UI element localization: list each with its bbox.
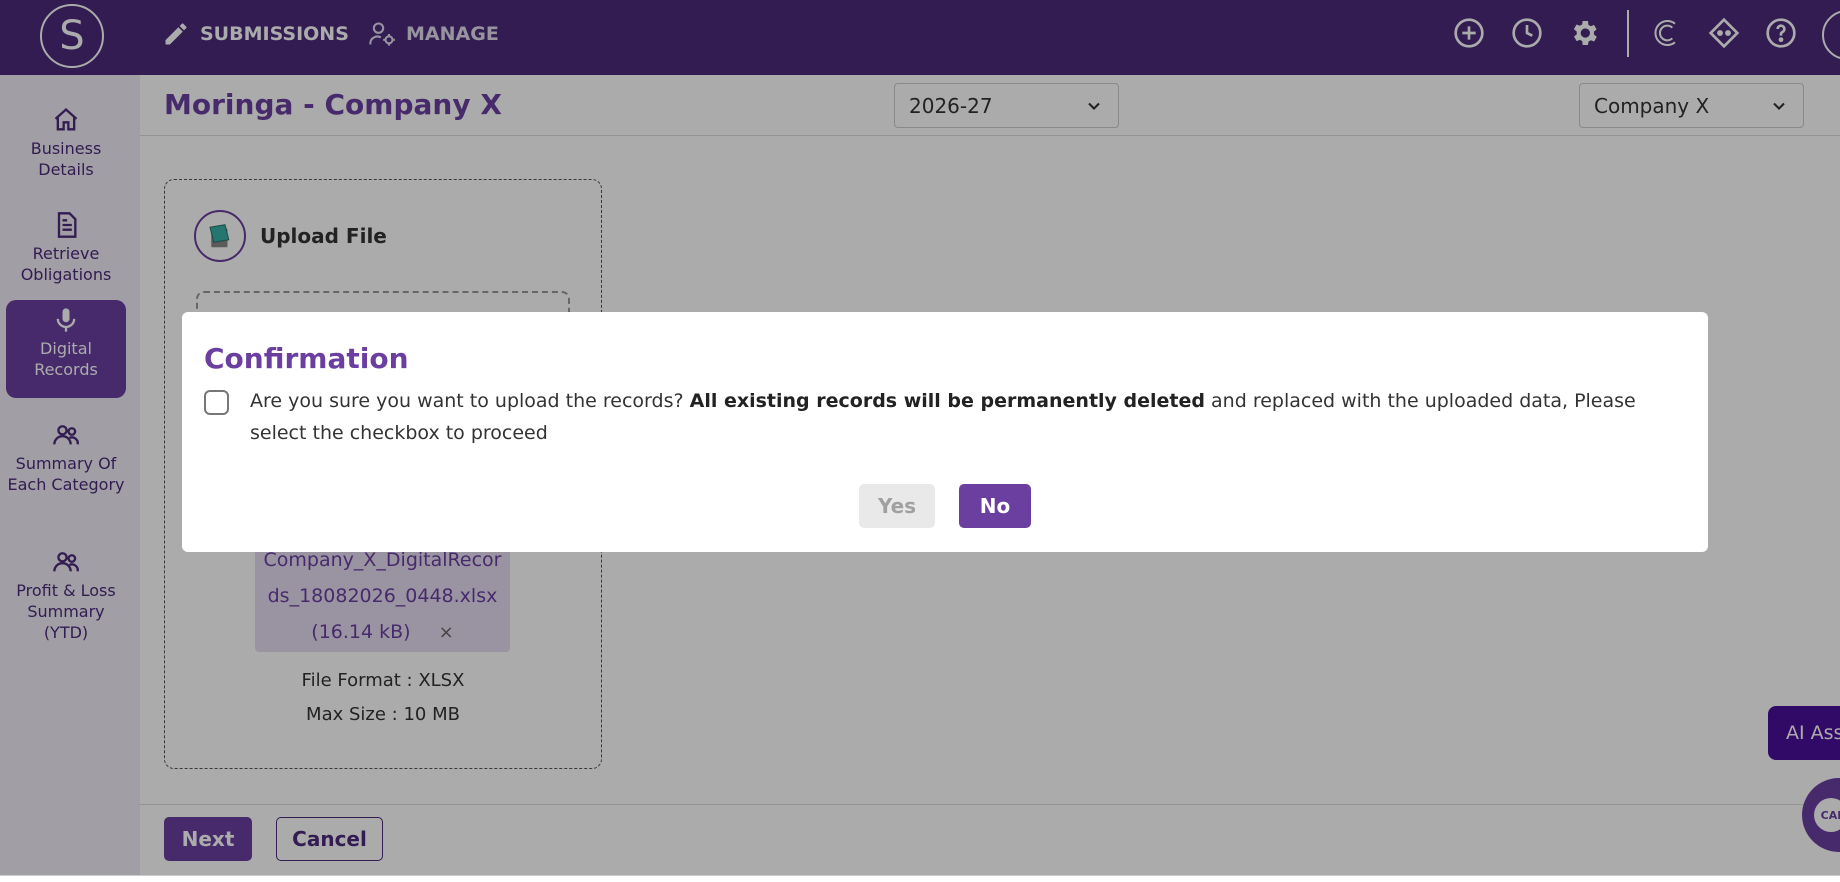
no-button[interactable]: No	[959, 484, 1031, 528]
bottom-strip	[0, 875, 1840, 882]
confirm-checkbox[interactable]	[204, 390, 229, 415]
yes-button[interactable]: Yes	[859, 484, 935, 528]
dialog-title: Confirmation	[204, 342, 409, 375]
message-part: Are you sure you want to upload the reco…	[250, 390, 690, 412]
confirmation-dialog: Confirmation Are you sure you want to up…	[182, 312, 1708, 552]
message-warning: All existing records will be permanently…	[689, 390, 1205, 412]
dialog-message: Are you sure you want to upload the reco…	[250, 385, 1690, 449]
